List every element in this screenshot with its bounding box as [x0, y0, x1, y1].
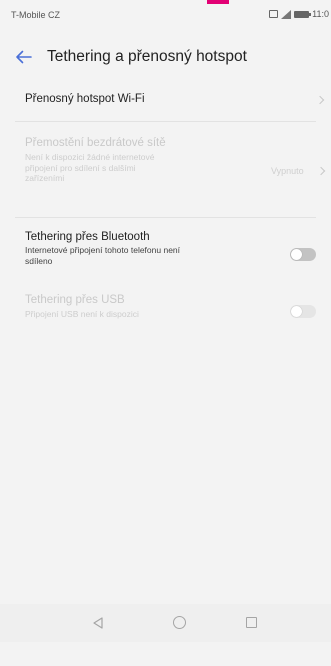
signal-icon	[281, 9, 292, 19]
description-line: připojení pro sdílení s dalšími	[25, 162, 136, 173]
description-line: Připojení USB není k dispozici	[25, 309, 139, 319]
toggle-knob	[291, 306, 302, 317]
hotspot-wifi-row[interactable]: Přenosný hotspot Wi-Fi	[0, 84, 331, 114]
description-line: zařízeními	[25, 173, 65, 183]
bluetooth-tethering-description: Internetové připojení tohoto telefonu ne…	[25, 245, 180, 266]
bluetooth-tethering-label: Tethering přes Bluetooth	[25, 231, 150, 243]
back-arrow-icon[interactable]	[12, 46, 34, 68]
wireless-bridge-description: Není k dispozici žádné internetové připo…	[25, 152, 154, 184]
description-line: Internetové připojení tohoto telefonu ne…	[25, 245, 181, 255]
usb-tethering-description: Připojení USB není k dispozici	[25, 309, 139, 320]
usb-tethering-row: Tethering přes USB Připojení USB není k …	[0, 292, 331, 328]
carrier-label: T-Mobile CZ	[11, 10, 61, 20]
divider	[15, 217, 316, 218]
nav-back-icon[interactable]	[92, 617, 104, 629]
clock: 11:0	[312, 9, 329, 19]
usb-tethering-toggle	[290, 305, 316, 318]
wireless-bridge-label: Přemostění bezdrátové sítě	[25, 137, 166, 149]
divider	[15, 121, 316, 122]
wireless-bridge-value: Vypnuto	[271, 166, 304, 176]
status-icons: 11:0	[269, 9, 329, 19]
app-bar: Tethering a přenosný hotspot	[0, 36, 331, 78]
screen: T-Mobile CZ 11:0 Tethering a přenosný ho…	[0, 0, 331, 666]
battery-icon	[294, 10, 312, 18]
chevron-right-icon	[315, 95, 325, 105]
usb-tethering-label: Tethering přes USB	[25, 294, 125, 306]
wireless-bridge-row: Přemostění bezdrátové sítě Není k dispoz…	[0, 131, 331, 191]
description-line: Není k dispozici žádné internetové	[25, 152, 155, 162]
toggle-knob	[291, 249, 302, 260]
bluetooth-tethering-toggle[interactable]	[290, 248, 316, 261]
bluetooth-tethering-row[interactable]: Tethering přes Bluetooth Internetové při…	[0, 226, 331, 271]
hotspot-wifi-label: Přenosný hotspot Wi-Fi	[25, 93, 145, 105]
status-bar: T-Mobile CZ 11:0	[0, 8, 331, 24]
page-title: Tethering a přenosný hotspot	[47, 48, 247, 65]
nav-recents-icon[interactable]	[246, 617, 257, 628]
brand-marker	[207, 0, 229, 4]
navigation-bar	[0, 604, 331, 642]
chevron-right-icon	[316, 166, 326, 176]
nav-home-icon[interactable]	[173, 616, 186, 629]
nfc-icon	[269, 10, 279, 18]
description-line: sdíleno	[25, 255, 53, 266]
